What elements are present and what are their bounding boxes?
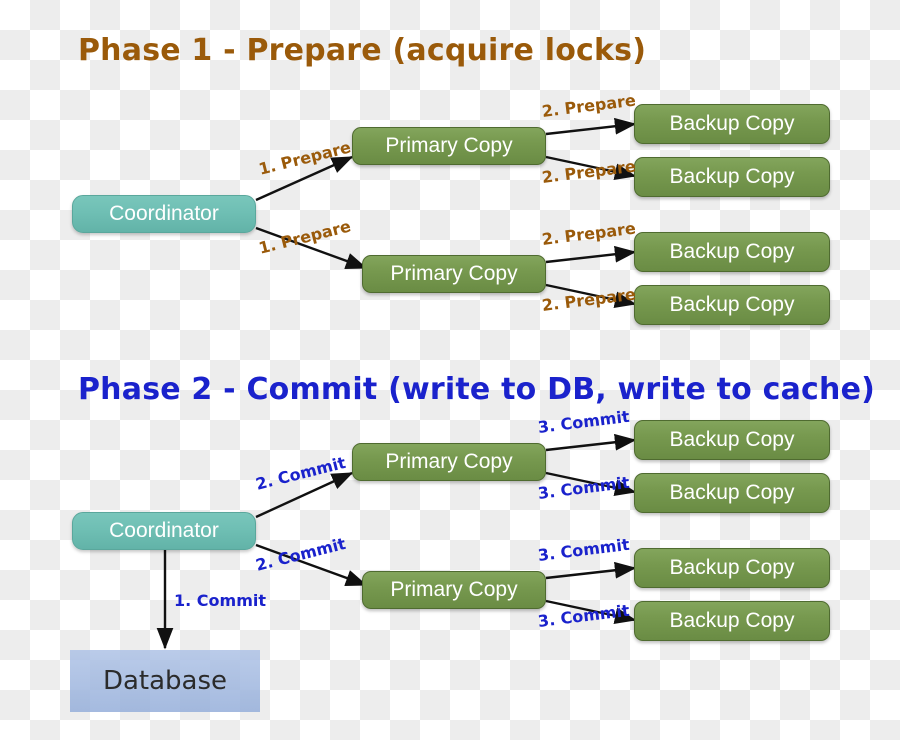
phase1-backup-copy-label-4: Backup Copy <box>669 293 795 316</box>
phase2-edge-label-3-commit-d: 3. Commit <box>536 600 631 631</box>
phase2-primary-copy-label-1: Primary Copy <box>385 450 513 473</box>
phase2-coordinator-label: Coordinator <box>109 519 219 542</box>
phase1-primary-copy-label-2: Primary Copy <box>390 262 518 285</box>
phase-1-title: Phase 1 - Prepare (acquire locks) <box>78 33 647 68</box>
phase2-backup-copy-label-2: Backup Copy <box>669 481 795 504</box>
phase1-edge-label-2-prepare-c: 2. Prepare <box>540 218 637 249</box>
phase2-edge-label-2-commit-b: 2. Commit <box>253 534 348 575</box>
phase2-backup-copy-node-3[interactable]: Backup Copy <box>634 548 830 588</box>
database-label: Database <box>102 666 228 696</box>
phase2-edge-label-3-commit-b: 3. Commit <box>536 472 631 503</box>
phase1-edge-label-2-prepare-d: 2. Prepare <box>540 284 637 315</box>
phase1-edge-label-2-prepare-b: 2. Prepare <box>540 156 637 187</box>
phase2-backup-copy-node-2[interactable]: Backup Copy <box>634 473 830 513</box>
phase1-backup-copy-node-3[interactable]: Backup Copy <box>634 232 830 272</box>
phase2-backup-copy-node-1[interactable]: Backup Copy <box>634 420 830 460</box>
phase2-primary-copy-label-2: Primary Copy <box>390 578 518 601</box>
phase1-coordinator-node[interactable]: Coordinator <box>72 195 256 233</box>
phase2-edge-label-3-commit-a: 3. Commit <box>536 406 631 437</box>
phase1-edge-label-1-prepare-a: 1. Prepare <box>256 137 353 179</box>
phase-2-title: Phase 2 - Commit (write to DB, write to … <box>78 372 876 407</box>
phase1-edge-label-2-prepare-a: 2. Prepare <box>540 90 637 121</box>
edge-p1-primary1-backup-1 <box>545 117 637 136</box>
phase2-primary-copy-node-2[interactable]: Primary Copy <box>362 571 546 609</box>
phase1-primary-copy-node-1[interactable]: Primary Copy <box>352 127 546 165</box>
edge-p1-primary2-backup-3 <box>545 245 637 264</box>
phase2-backup-copy-label-3: Backup Copy <box>669 556 795 579</box>
phase1-primary-copy-node-2[interactable]: Primary Copy <box>362 255 546 293</box>
phase1-backup-copy-label-3: Backup Copy <box>669 240 795 263</box>
phase2-edge-label-3-commit-c: 3. Commit <box>536 534 631 565</box>
phase1-edge-label-1-prepare-b: 1. Prepare <box>256 216 353 258</box>
phase1-backup-copy-node-2[interactable]: Backup Copy <box>634 157 830 197</box>
phase2-edge-label-1-commit: 1. Commit <box>174 591 266 610</box>
phase1-backup-copy-label-1: Backup Copy <box>669 112 795 135</box>
diagram-canvas: Phase 1 - Prepare (acquire locks) Coordi… <box>0 0 900 740</box>
edge-p2-primary1-backup-1 <box>545 433 637 452</box>
phase2-coordinator-node[interactable]: Coordinator <box>72 512 256 550</box>
edge-p2-primary2-backup-3 <box>545 561 637 580</box>
phase2-backup-copy-node-4[interactable]: Backup Copy <box>634 601 830 641</box>
phase1-coordinator-label: Coordinator <box>109 202 219 225</box>
phase2-backup-copy-label-1: Backup Copy <box>669 428 795 451</box>
phase1-backup-copy-node-1[interactable]: Backup Copy <box>634 104 830 144</box>
phase2-primary-copy-node-1[interactable]: Primary Copy <box>352 443 546 481</box>
phase1-backup-copy-node-4[interactable]: Backup Copy <box>634 285 830 325</box>
database-node[interactable]: Database <box>70 650 260 712</box>
phase2-edge-label-2-commit-a: 2. Commit <box>253 453 348 494</box>
phase1-primary-copy-label-1: Primary Copy <box>385 134 513 157</box>
phase2-backup-copy-label-4: Backup Copy <box>669 609 795 632</box>
phase1-backup-copy-label-2: Backup Copy <box>669 165 795 188</box>
